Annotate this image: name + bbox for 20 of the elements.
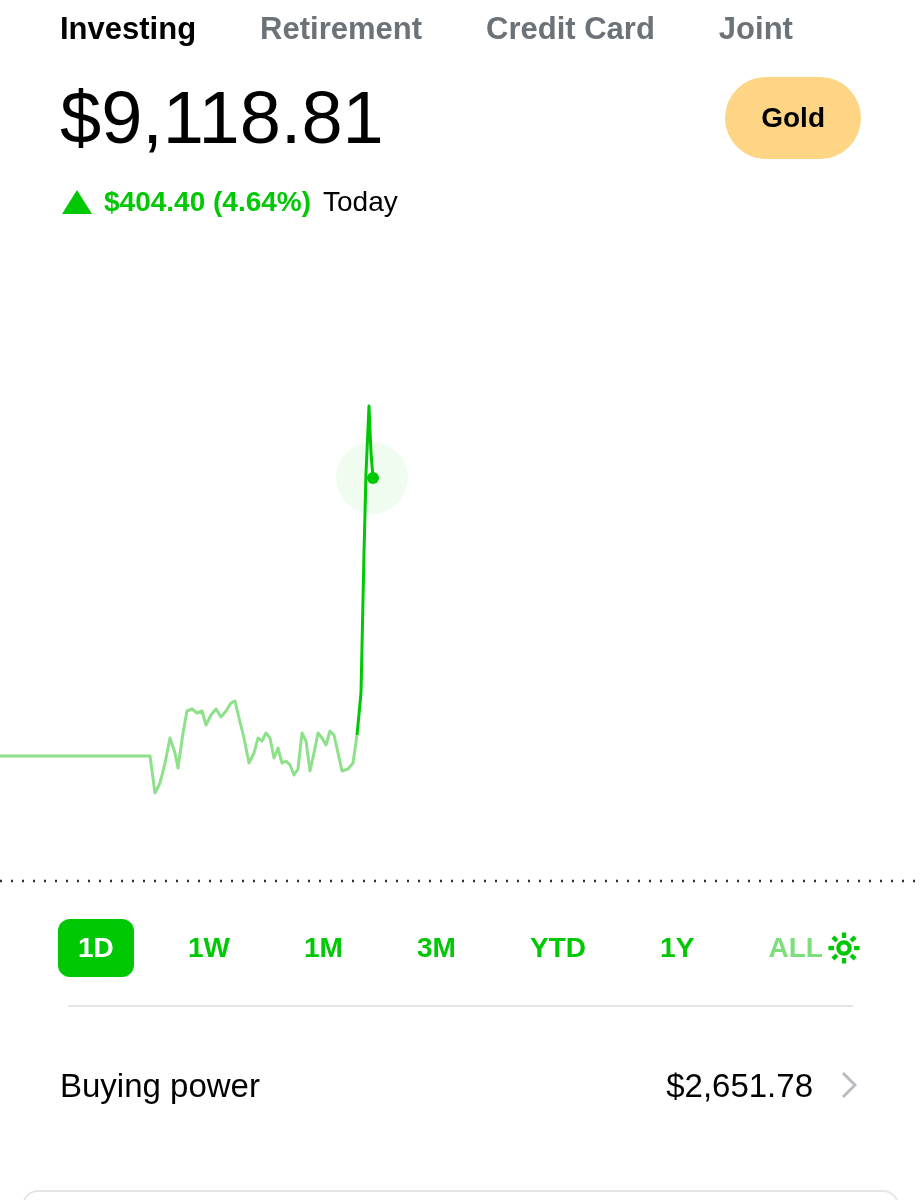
range-button[interactable]: 1Y — [640, 918, 715, 977]
account-tab[interactable]: Credit Card — [486, 6, 655, 53]
range-button[interactable]: 1D — [58, 918, 134, 977]
settings-icon[interactable] — [826, 930, 861, 965]
range-button[interactable]: 1M — [284, 918, 363, 977]
range-button[interactable]: 3M — [397, 918, 476, 977]
membership-button[interactable]: Gold — [725, 76, 861, 159]
account-tab[interactable]: Investing — [60, 6, 197, 53]
account-tab[interactable]: Joint — [718, 6, 793, 53]
up-triangle-icon — [62, 189, 92, 214]
account-tab[interactable]: Retirement — [260, 6, 423, 53]
range-button[interactable]: ALL — [748, 918, 843, 977]
change-amount: $404.40 (4.64%) — [104, 184, 312, 219]
buying-power-value: $2,651.78 — [666, 1065, 813, 1106]
range-button[interactable]: 1W — [167, 918, 250, 977]
buying-power-label: Buying power — [60, 1065, 260, 1106]
change-period: Today — [323, 184, 398, 219]
portfolio-value: $9,118.81 — [60, 80, 384, 155]
range-button[interactable]: YTD — [510, 918, 606, 977]
chevron-right-icon[interactable] — [841, 1071, 857, 1100]
